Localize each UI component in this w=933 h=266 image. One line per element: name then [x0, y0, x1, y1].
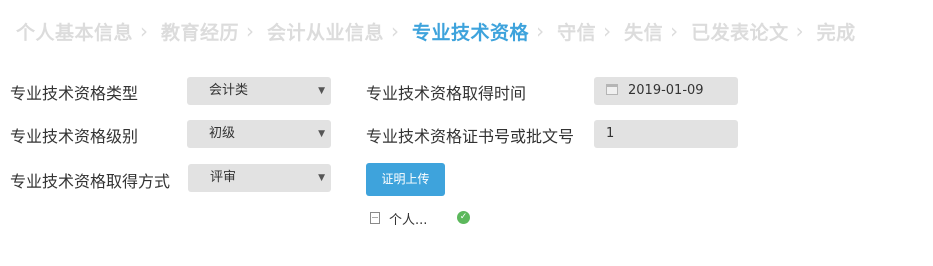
step-professional-qualification[interactable]: 专业技术资格 — [412, 18, 529, 45]
date-label: 专业技术资格取得时间 — [366, 84, 527, 103]
date-input-value: 2019-01-09 — [628, 83, 704, 98]
upload-proof-button[interactable]: 证明上传 — [366, 163, 445, 196]
caret-down-icon: ▼ — [318, 86, 325, 96]
type-label: 专业技术资格类型 — [10, 84, 139, 103]
method-label: 专业技术资格取得方式 — [10, 172, 171, 191]
step-accounting-practice[interactable]: 会计从业信息 — [267, 18, 384, 45]
uploaded-file[interactable]: 个人... — [370, 209, 428, 228]
step-untrustworthy[interactable]: 失信 — [624, 18, 663, 45]
cert-label: 专业技术资格证书号或批文号 — [366, 127, 575, 146]
cert-input[interactable]: 1 — [594, 120, 738, 148]
caret-down-icon: ▼ — [318, 129, 325, 139]
chevron-right-icon: › — [246, 19, 255, 43]
method-select[interactable]: 评审 ▼ — [188, 164, 331, 192]
chevron-right-icon: › — [603, 19, 612, 43]
file-icon — [370, 212, 380, 224]
step-trustworthy[interactable]: 守信 — [557, 18, 596, 45]
calendar-icon — [606, 83, 618, 95]
level-select[interactable]: 初级 ▼ — [187, 120, 331, 148]
chevron-right-icon: › — [536, 19, 545, 43]
type-select-value: 会计类 — [209, 83, 249, 98]
type-select[interactable]: 会计类 ▼ — [187, 77, 331, 105]
step-complete[interactable]: 完成 — [817, 18, 856, 45]
cert-input-value: 1 — [606, 126, 615, 141]
step-bar: 个人基本信息 › 教育经历 › 会计从业信息 › 专业技术资格 › 守信 › 失… — [0, 0, 933, 62]
chevron-right-icon: › — [140, 19, 149, 43]
date-input[interactable]: 2019-01-09 — [594, 77, 738, 105]
chevron-right-icon: › — [391, 19, 400, 43]
caret-down-icon: ▼ — [318, 173, 325, 183]
check-circle-icon: ✓ — [457, 211, 470, 224]
step-published-papers[interactable]: 已发表论文 — [691, 18, 789, 45]
step-education[interactable]: 教育经历 — [161, 18, 239, 45]
chevron-right-icon: › — [795, 19, 804, 43]
level-label: 专业技术资格级别 — [10, 127, 139, 146]
level-select-value: 初级 — [209, 126, 236, 141]
step-personal-info[interactable]: 个人基本信息 — [16, 18, 133, 45]
uploaded-file-name: 个人... — [389, 212, 428, 228]
chevron-right-icon: › — [670, 19, 679, 43]
method-select-value: 评审 — [210, 170, 237, 185]
qualification-form-page: 个人基本信息 › 教育经历 › 会计从业信息 › 专业技术资格 › 守信 › 失… — [0, 0, 933, 266]
